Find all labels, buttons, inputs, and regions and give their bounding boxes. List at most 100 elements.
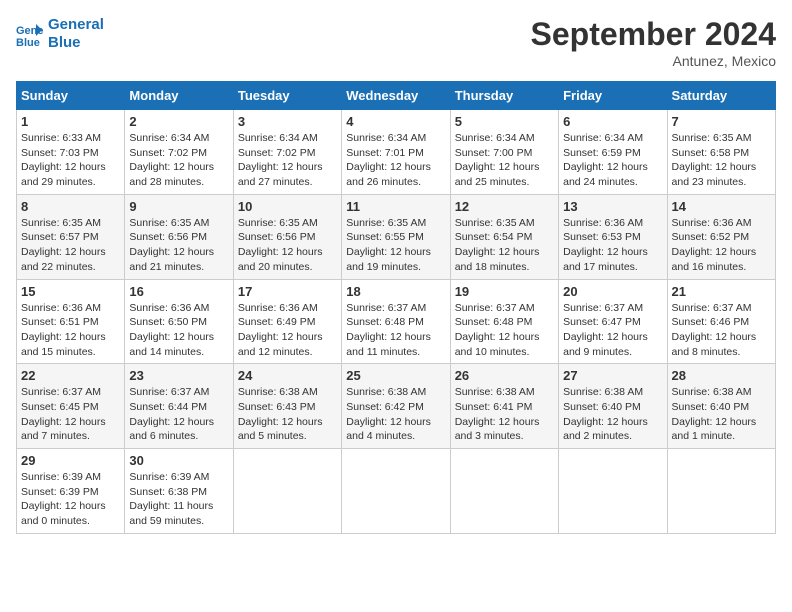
calendar-week-5: 29 Sunrise: 6:39 AMSunset: 6:39 PMDayligh… — [17, 449, 776, 534]
day-number: 21 — [672, 284, 771, 299]
table-row: 17 Sunrise: 6:36 AMSunset: 6:49 PMDayligh… — [233, 279, 341, 364]
day-number: 19 — [455, 284, 554, 299]
col-wednesday: Wednesday — [342, 82, 450, 110]
svg-text:Blue: Blue — [16, 37, 40, 48]
calendar-week-2: 8Sunrise: 6:35 AMSunset: 6:57 PMDaylight… — [17, 194, 776, 279]
day-number: 20 — [563, 284, 662, 299]
table-row: 28 Sunrise: 6:38 AMSunset: 6:40 PMDayligh… — [667, 364, 775, 449]
table-row — [450, 449, 558, 534]
day-number: 12 — [455, 199, 554, 214]
table-row: 24Sunrise: 6:38 AMSunset: 6:43 PMDayligh… — [233, 364, 341, 449]
day-info: Sunrise: 6:38 AMSunset: 6:40 PMDaylight:… — [563, 385, 662, 444]
table-row: 10 Sunrise: 6:35 AMSunset: 6:56 PMDayligh… — [233, 194, 341, 279]
day-number: 26 — [455, 368, 554, 383]
day-info: Sunrise: 6:36 AMSunset: 6:50 PMDaylight:… — [129, 301, 228, 360]
day-info: Sunrise: 6:37 AMSunset: 6:48 PMDaylight:… — [346, 301, 445, 360]
day-number: 29 — [21, 453, 120, 468]
day-number: 18 — [346, 284, 445, 299]
table-row — [342, 449, 450, 534]
calendar-week-1: 1 Sunrise: 6:33 AMSunset: 7:03 PMDaylight… — [17, 110, 776, 195]
day-info: Sunrise: 6:35 AMSunset: 6:54 PMDaylight:… — [455, 216, 554, 275]
table-row: 18 Sunrise: 6:37 AMSunset: 6:48 PMDayligh… — [342, 279, 450, 364]
table-row: 30 Sunrise: 6:39 AMSunset: 6:38 PMDayligh… — [125, 449, 233, 534]
table-row — [233, 449, 341, 534]
day-number: 8 — [21, 199, 120, 214]
table-row: 8Sunrise: 6:35 AMSunset: 6:57 PMDaylight… — [17, 194, 125, 279]
day-number: 3 — [238, 114, 337, 129]
table-row: 9 Sunrise: 6:35 AMSunset: 6:56 PMDaylight… — [125, 194, 233, 279]
day-number: 2 — [129, 114, 228, 129]
table-row: 13 Sunrise: 6:36 AMSunset: 6:53 PMDayligh… — [559, 194, 667, 279]
logo-text-blue: Blue — [48, 34, 104, 52]
logo-text-general: General — [48, 16, 104, 33]
day-info: Sunrise: 6:36 AMSunset: 6:51 PMDaylight:… — [21, 301, 120, 360]
day-info: Sunrise: 6:33 AMSunset: 7:03 PMDaylight:… — [21, 131, 120, 190]
day-info: Sunrise: 6:35 AMSunset: 6:55 PMDaylight:… — [346, 216, 445, 275]
day-info: Sunrise: 6:36 AMSunset: 6:52 PMDaylight:… — [672, 216, 771, 275]
day-number: 9 — [129, 199, 228, 214]
col-monday: Monday — [125, 82, 233, 110]
day-number: 7 — [672, 114, 771, 129]
day-info: Sunrise: 6:34 AMSunset: 7:02 PMDaylight:… — [129, 131, 228, 190]
day-info: Sunrise: 6:34 AMSunset: 6:59 PMDaylight:… — [563, 131, 662, 190]
day-number: 4 — [346, 114, 445, 129]
table-row: 27 Sunrise: 6:38 AMSunset: 6:40 PMDayligh… — [559, 364, 667, 449]
day-number: 1 — [21, 114, 120, 129]
day-number: 11 — [346, 199, 445, 214]
day-info: Sunrise: 6:35 AMSunset: 6:56 PMDaylight:… — [129, 216, 228, 275]
day-info: Sunrise: 6:39 AMSunset: 6:38 PMDaylight:… — [129, 470, 228, 529]
logo: General Blue General Blue — [16, 16, 104, 52]
title-section: September 2024 Antunez, Mexico — [531, 16, 776, 69]
day-info: Sunrise: 6:37 AMSunset: 6:46 PMDaylight:… — [672, 301, 771, 360]
day-info: Sunrise: 6:39 AMSunset: 6:39 PMDaylight:… — [21, 470, 120, 529]
table-row: 16 Sunrise: 6:36 AMSunset: 6:50 PMDayligh… — [125, 279, 233, 364]
day-number: 30 — [129, 453, 228, 468]
day-info: Sunrise: 6:35 AMSunset: 6:58 PMDaylight:… — [672, 131, 771, 190]
table-row: 29 Sunrise: 6:39 AMSunset: 6:39 PMDayligh… — [17, 449, 125, 534]
table-row — [559, 449, 667, 534]
table-row: 4 Sunrise: 6:34 AMSunset: 7:01 PMDaylight… — [342, 110, 450, 195]
table-row: 14Sunrise: 6:36 AMSunset: 6:52 PMDayligh… — [667, 194, 775, 279]
page-header: General Blue General Blue September 2024… — [16, 16, 776, 69]
day-info: Sunrise: 6:35 AMSunset: 6:56 PMDaylight:… — [238, 216, 337, 275]
table-row: 1 Sunrise: 6:33 AMSunset: 7:03 PMDaylight… — [17, 110, 125, 195]
day-info: Sunrise: 6:37 AMSunset: 6:44 PMDaylight:… — [129, 385, 228, 444]
day-number: 16 — [129, 284, 228, 299]
table-row: 15 Sunrise: 6:36 AMSunset: 6:51 PMDayligh… — [17, 279, 125, 364]
location: Antunez, Mexico — [531, 53, 776, 69]
col-thursday: Thursday — [450, 82, 558, 110]
calendar-week-3: 15 Sunrise: 6:36 AMSunset: 6:51 PMDayligh… — [17, 279, 776, 364]
day-number: 27 — [563, 368, 662, 383]
day-info: Sunrise: 6:36 AMSunset: 6:53 PMDaylight:… — [563, 216, 662, 275]
day-number: 28 — [672, 368, 771, 383]
day-number: 23 — [129, 368, 228, 383]
table-row: 2 Sunrise: 6:34 AMSunset: 7:02 PMDaylight… — [125, 110, 233, 195]
table-row: 3Sunrise: 6:34 AMSunset: 7:02 PMDaylight… — [233, 110, 341, 195]
month-title: September 2024 — [531, 16, 776, 53]
logo-icon: General Blue — [16, 20, 44, 48]
calendar-table: Sunday Monday Tuesday Wednesday Thursday… — [16, 81, 776, 534]
table-row: 7 Sunrise: 6:35 AMSunset: 6:58 PMDaylight… — [667, 110, 775, 195]
day-info: Sunrise: 6:37 AMSunset: 6:48 PMDaylight:… — [455, 301, 554, 360]
day-number: 10 — [238, 199, 337, 214]
day-info: Sunrise: 6:38 AMSunset: 6:42 PMDaylight:… — [346, 385, 445, 444]
table-row: 23 Sunrise: 6:37 AMSunset: 6:44 PMDayligh… — [125, 364, 233, 449]
table-row: 5 Sunrise: 6:34 AMSunset: 7:00 PMDaylight… — [450, 110, 558, 195]
day-info: Sunrise: 6:38 AMSunset: 6:40 PMDaylight:… — [672, 385, 771, 444]
day-info: Sunrise: 6:34 AMSunset: 7:00 PMDaylight:… — [455, 131, 554, 190]
table-row: 6 Sunrise: 6:34 AMSunset: 6:59 PMDaylight… — [559, 110, 667, 195]
day-number: 17 — [238, 284, 337, 299]
table-row: 20Sunrise: 6:37 AMSunset: 6:47 PMDayligh… — [559, 279, 667, 364]
day-number: 15 — [21, 284, 120, 299]
table-row: 11 Sunrise: 6:35 AMSunset: 6:55 PMDayligh… — [342, 194, 450, 279]
day-info: Sunrise: 6:34 AMSunset: 7:01 PMDaylight:… — [346, 131, 445, 190]
col-saturday: Saturday — [667, 82, 775, 110]
day-number: 22 — [21, 368, 120, 383]
table-row: 25Sunrise: 6:38 AMSunset: 6:42 PMDayligh… — [342, 364, 450, 449]
col-tuesday: Tuesday — [233, 82, 341, 110]
col-sunday: Sunday — [17, 82, 125, 110]
day-info: Sunrise: 6:36 AMSunset: 6:49 PMDaylight:… — [238, 301, 337, 360]
day-number: 6 — [563, 114, 662, 129]
day-number: 13 — [563, 199, 662, 214]
day-number: 5 — [455, 114, 554, 129]
